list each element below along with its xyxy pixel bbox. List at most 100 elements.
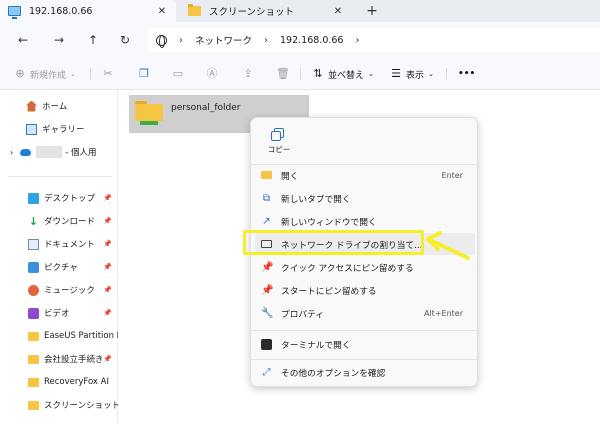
new-tab-button[interactable]: + (364, 2, 380, 20)
desktop-icon (28, 192, 39, 204)
home-icon (26, 100, 37, 112)
paste-button[interactable]: ▭ (172, 66, 188, 82)
pin-icon[interactable]: 📌 (103, 355, 112, 363)
menu-item-label: プロパティ (281, 309, 324, 320)
sidebar-item-music[interactable]: ミュージック 📌 (0, 280, 118, 300)
globe-icon (156, 34, 167, 48)
sidebar-item-label: - 個人用 (65, 148, 97, 158)
menu-item-label: 開く (281, 171, 299, 182)
pin-icon[interactable]: 📌 (103, 217, 112, 225)
chevron-down-icon: ⌄ (368, 70, 374, 78)
share-icon: ⇪ (243, 67, 253, 80)
redacted-name (36, 146, 63, 158)
plus-circle-icon: ⊕ (15, 67, 25, 80)
sidebar-item-recoveryfox[interactable]: RecoveryFox AI (0, 372, 118, 392)
back-arrow-icon[interactable]: ← (14, 31, 32, 49)
network-folder-icon (135, 101, 163, 125)
folder-icon (28, 354, 39, 364)
divider (300, 68, 301, 80)
pin-icon: 📌 (261, 261, 274, 273)
pin-icon[interactable]: 📌 (103, 286, 112, 294)
sidebar-item-documents[interactable]: ドキュメント 📌 (0, 234, 118, 254)
sidebar-item-desktop[interactable]: デスクトップ 📌 (0, 188, 118, 208)
pin-icon[interactable]: 📌 (103, 263, 112, 271)
breadcrumb-separator: › (355, 34, 360, 46)
tab-network-address[interactable]: 192.168.0.66 ✕ (0, 0, 176, 22)
chevron-down-icon: ⌄ (70, 70, 76, 78)
divider (446, 68, 447, 80)
folder-open-icon (261, 171, 272, 179)
sidebar-item-label: ホーム (42, 102, 68, 112)
folder-icon (28, 400, 39, 410)
menu-item-open[interactable]: 開く Enter (255, 164, 475, 186)
refresh-icon[interactable]: ↻ (116, 31, 134, 49)
more-button[interactable]: ••• (458, 66, 475, 82)
breadcrumb-network[interactable]: ネットワーク (195, 33, 252, 47)
view-button[interactable]: ☰ 表示 ⌄ (390, 66, 434, 82)
annotation-arrow-icon (426, 231, 470, 260)
menu-item-shortcut: Enter (441, 170, 463, 180)
menu-item-open-terminal[interactable]: ターミナルで開く (255, 333, 475, 355)
breadcrumb-separator: › (264, 34, 269, 46)
tab-screenshots[interactable]: スクリーンショット ✕ (180, 0, 352, 22)
new-button[interactable]: ⊕ 新規作成 ⌄ (14, 66, 76, 82)
sidebar-item-screenshots[interactable]: スクリーンショット (0, 395, 118, 415)
sidebar-item-label: RecoveryFox AI (44, 377, 109, 387)
file-name: personal_folder (171, 103, 241, 113)
pin-icon[interactable]: 📌 (103, 194, 112, 202)
document-icon (28, 238, 39, 250)
pin-icon[interactable]: 📌 (103, 309, 112, 317)
rename-icon: Ⓐ (206, 67, 218, 80)
highlight-box (243, 230, 424, 255)
sidebar-item-company-setup[interactable]: 会社設立手続き 📌 (0, 349, 118, 369)
breadcrumb-address[interactable]: 192.168.0.66 (280, 35, 343, 46)
sort-label: 並べ替え (328, 70, 365, 81)
navigation-bar: ← → ↑ ↻ › ネットワーク › 192.168.0.66 › (0, 22, 600, 58)
copy-button[interactable]: コピー (261, 126, 297, 160)
share-button[interactable]: ⇪ (242, 66, 258, 82)
close-icon[interactable]: ✕ (330, 6, 346, 17)
download-icon: ↓ (28, 214, 39, 228)
menu-item-label: クイック アクセスにピン留めする (281, 263, 414, 274)
menu-item-properties[interactable]: 🔧 プロパティ Alt+Enter (255, 302, 475, 324)
close-icon[interactable]: ✕ (154, 6, 170, 17)
menu-item-label: スタートにピン留めする (281, 286, 377, 297)
rename-button[interactable]: Ⓐ (206, 66, 222, 82)
cut-button[interactable]: ✂ (102, 66, 118, 82)
new-label: 新規作成 (30, 70, 67, 81)
sidebar-item-easeus[interactable]: EaseUS Partition Ma (0, 326, 118, 346)
sort-button[interactable]: ⇅ 並べ替え ⌄ (312, 66, 374, 82)
up-arrow-icon[interactable]: ↑ (84, 31, 102, 49)
menu-item-label: 新しいウィンドウで開く (281, 217, 377, 228)
forward-arrow-icon[interactable]: → (50, 31, 68, 49)
sidebar-item-pictures[interactable]: ピクチャ 📌 (0, 257, 118, 277)
gallery-icon (26, 123, 37, 135)
sidebar-item-label: ビデオ (44, 309, 70, 319)
new-tab-icon: ⧉ (262, 192, 271, 204)
sidebar-item-videos[interactable]: ビデオ 📌 (0, 303, 118, 323)
menu-item-label: その他のオプションを確認 (281, 368, 386, 379)
divider (251, 330, 479, 331)
menu-item-shortcut: Alt+Enter (423, 308, 463, 318)
copy-button[interactable]: ❐ (138, 66, 154, 82)
pin-icon[interactable]: 📌 (103, 240, 112, 248)
delete-button[interactable]: 🗑 (276, 66, 292, 82)
sidebar-item-label: ギャラリー (42, 125, 85, 135)
sort-icon: ⇅ (313, 67, 323, 80)
clipboard-icon: ▭ (172, 67, 184, 80)
sidebar-item-downloads[interactable]: ↓ ダウンロード 📌 (0, 211, 118, 231)
list-view-icon: ☰ (391, 67, 401, 80)
sidebar-item-home[interactable]: ホーム (0, 96, 118, 116)
divider (8, 176, 112, 177)
menu-item-pin-start[interactable]: 📌 スタートにピン留めする (255, 279, 475, 301)
view-label: 表示 (406, 70, 425, 81)
sidebar-item-label: ピクチャ (44, 263, 78, 273)
cloud-icon (20, 148, 32, 156)
sidebar-item-onedrive[interactable]: › - 個人用 (0, 142, 118, 162)
sidebar-item-gallery[interactable]: ギャラリー (0, 119, 118, 139)
menu-item-open-new-tab[interactable]: ⧉ 新しいタブで開く (255, 187, 475, 209)
sidebar-item-label: ダウンロード (44, 217, 96, 227)
chevron-right-icon[interactable]: › (10, 148, 13, 157)
menu-item-more-options[interactable]: ⤢ その他のオプションを確認 (255, 361, 475, 383)
address-bar[interactable]: › ネットワーク › 192.168.0.66 › (148, 28, 600, 52)
